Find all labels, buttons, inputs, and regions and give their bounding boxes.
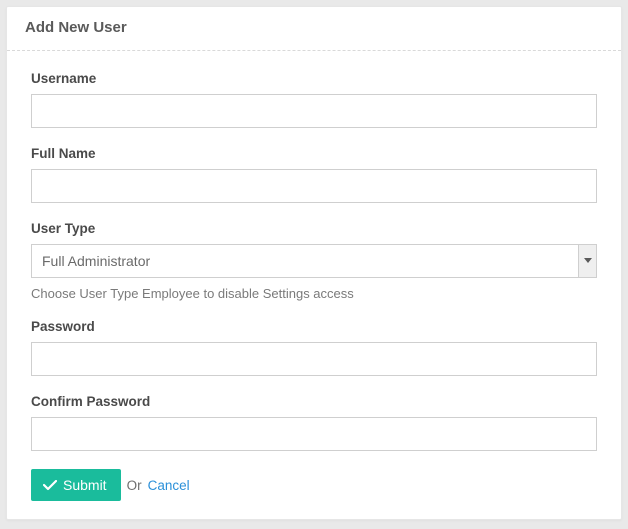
username-group: Username (31, 71, 597, 128)
usertype-help: Choose User Type Employee to disable Set… (31, 286, 597, 301)
fullname-input[interactable] (31, 169, 597, 203)
usertype-label: User Type (31, 221, 597, 236)
card-body: Username Full Name User Type Full Admini… (7, 51, 621, 519)
add-user-card: Add New User Username Full Name User Typ… (6, 6, 622, 520)
card-header: Add New User (7, 7, 621, 51)
username-input[interactable] (31, 94, 597, 128)
submit-button-label: Submit (63, 477, 107, 493)
confirm-password-group: Confirm Password (31, 394, 597, 451)
fullname-group: Full Name (31, 146, 597, 203)
confirm-password-label: Confirm Password (31, 394, 597, 409)
password-group: Password (31, 319, 597, 376)
actions-row: Submit Or Cancel (31, 469, 597, 501)
password-label: Password (31, 319, 597, 334)
password-input[interactable] (31, 342, 597, 376)
check-icon (43, 480, 57, 491)
page-title: Add New User (25, 19, 603, 36)
usertype-group: User Type Full Administrator Choose User… (31, 221, 597, 301)
fullname-label: Full Name (31, 146, 597, 161)
usertype-select[interactable]: Full Administrator (31, 244, 597, 278)
cancel-link[interactable]: Cancel (148, 478, 190, 493)
confirm-password-input[interactable] (31, 417, 597, 451)
submit-button[interactable]: Submit (31, 469, 121, 501)
username-label: Username (31, 71, 597, 86)
or-text: Or (127, 478, 142, 493)
